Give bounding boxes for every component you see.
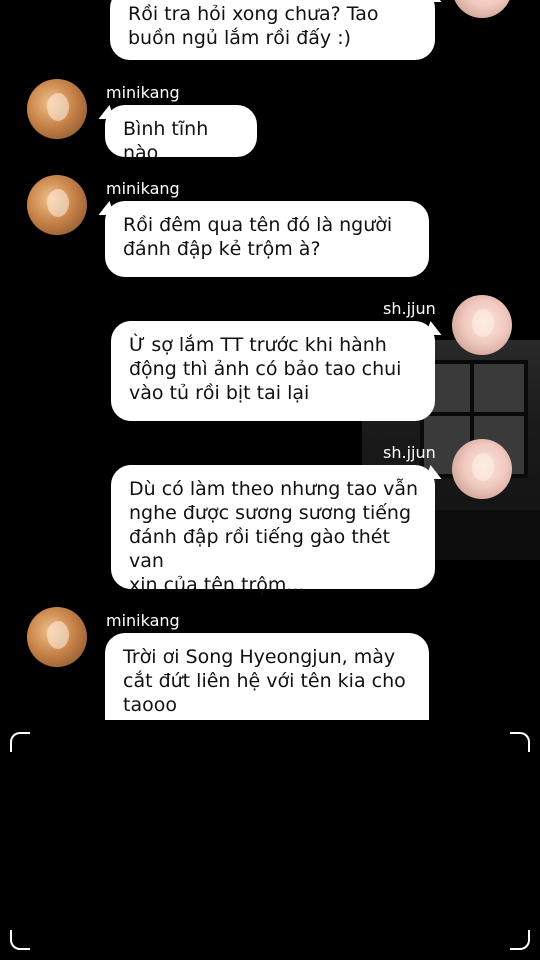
message-bubble: Rồi đêm qua tên đó là người đánh đập kẻ … bbox=[105, 201, 429, 277]
message-text: Ừ sợ lắm TT trước khi hành động thì ảnh … bbox=[129, 334, 402, 404]
sender-name: minikang bbox=[106, 83, 180, 102]
message-bubble: Bình tĩnh nào bbox=[105, 105, 257, 164]
message-bubble: Rồi tra hỏi xong chưa? Tao buồn ngủ lắm … bbox=[110, 0, 435, 60]
avatar[interactable] bbox=[27, 175, 87, 235]
message-bubble: Trời ơi Song Hyeongjun, mày cắt đứt liên… bbox=[105, 633, 429, 720]
frame-corner bbox=[10, 930, 30, 950]
message-text: Bình tĩnh nào bbox=[123, 118, 209, 164]
avatar[interactable] bbox=[452, 295, 512, 355]
message-bubble: Ừ sợ lắm TT trước khi hành động thì ảnh … bbox=[111, 321, 435, 421]
message-bubble: Dù có làm theo nhưng tao vẫn nghe được s… bbox=[111, 465, 435, 596]
message-text: Trời ơi Song Hyeongjun, mày cắt đứt liên… bbox=[123, 646, 406, 716]
sender-name: sh.jjun bbox=[383, 299, 436, 318]
message-text: Rồi tra hỏi xong chưa? Tao buồn ngủ lắm … bbox=[128, 3, 379, 49]
message-text: Dù có làm theo nhưng tao vẫn nghe được s… bbox=[129, 478, 419, 596]
avatar[interactable] bbox=[452, 439, 512, 499]
avatar[interactable] bbox=[27, 79, 87, 139]
sender-name: minikang bbox=[106, 179, 180, 198]
sender-name: minikang bbox=[106, 611, 180, 630]
frame-corner bbox=[510, 930, 530, 950]
avatar[interactable] bbox=[452, 0, 512, 18]
frame-corner bbox=[10, 732, 30, 752]
message-text: Rồi đêm qua tên đó là người đánh đập kẻ … bbox=[123, 214, 393, 260]
sender-name: sh.jjun bbox=[383, 443, 436, 462]
avatar[interactable] bbox=[27, 607, 87, 667]
frame-corner bbox=[510, 732, 530, 752]
